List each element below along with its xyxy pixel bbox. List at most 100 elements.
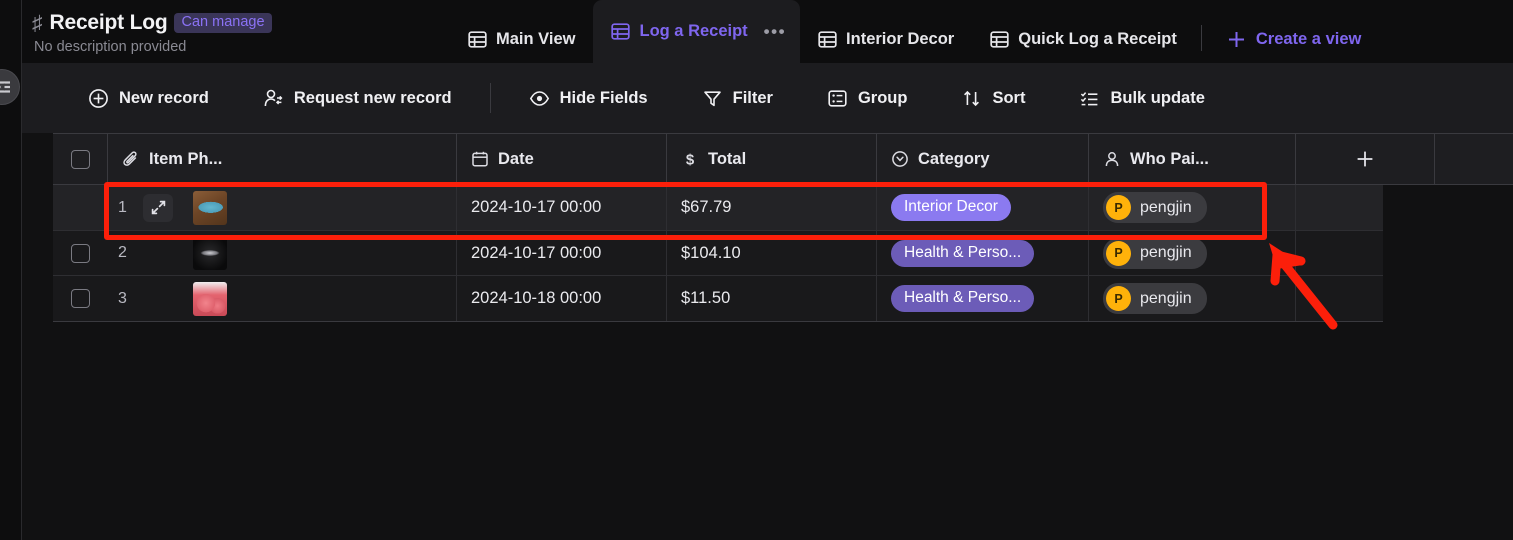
request-new-record-button[interactable]: Request new record <box>247 82 468 115</box>
tab-quick-log-a-receipt[interactable]: Quick Log a Receipt <box>972 15 1195 63</box>
item-photo-thumbnail[interactable] <box>193 281 227 316</box>
page-title: Receipt Log <box>49 11 168 34</box>
category-pill[interactable]: Interior Decor <box>891 194 1011 221</box>
column-header-who-paid[interactable]: Who Pai... <box>1089 134 1296 184</box>
tab-label: Quick Log a Receipt <box>1018 29 1177 48</box>
row-tail-cell <box>1296 276 1435 321</box>
category-pill[interactable]: Health & Perso... <box>891 239 1035 267</box>
eye-icon <box>529 88 550 109</box>
date-cell[interactable]: 2024-10-17 00:00 <box>457 231 667 275</box>
avatar: P <box>1106 286 1131 311</box>
database-description: No description provided <box>34 39 187 55</box>
grid-body: 1 2024-10-17 00:00 $67.79 Interior Decor <box>53 185 1383 322</box>
record-grid: Item Ph... Date $ Total Category Who Pai… <box>53 133 1513 322</box>
toolbar-label: Bulk update <box>1110 88 1205 107</box>
column-header-total[interactable]: $ Total <box>667 134 877 184</box>
table-icon <box>990 30 1009 49</box>
item-photo-thumbnail[interactable] <box>193 236 227 270</box>
category-cell[interactable]: Health & Perso... <box>877 231 1089 275</box>
circle-chevron-down-icon <box>891 150 909 168</box>
filter-button[interactable]: Filter <box>686 82 789 115</box>
total-cell[interactable]: $11.50 <box>667 276 877 321</box>
column-label: Category <box>918 149 990 168</box>
sidebar-collapse-icon[interactable] <box>0 69 20 105</box>
tab-label: Interior Decor <box>846 29 955 48</box>
row-number: 3 <box>118 289 127 307</box>
column-label: Who Pai... <box>1130 149 1209 168</box>
date-cell[interactable]: 2024-10-18 00:00 <box>457 276 667 321</box>
grid-header-row: Item Ph... Date $ Total Category Who Pai… <box>53 133 1513 185</box>
avatar: P <box>1106 240 1131 266</box>
group-icon <box>827 88 848 109</box>
table-icon <box>468 30 487 49</box>
who-paid-cell[interactable]: P pengjin <box>1089 276 1296 321</box>
left-rail <box>0 0 22 540</box>
total-cell[interactable]: $67.79 <box>667 185 877 230</box>
user-request-icon <box>263 88 284 109</box>
table-icon <box>818 30 837 49</box>
row-primary-cell[interactable]: 3 <box>108 276 457 321</box>
toolbar-label: Request new record <box>293 88 452 107</box>
avatar: P <box>1106 195 1131 220</box>
row-checkbox[interactable] <box>71 289 90 308</box>
column-header-category[interactable]: Category <box>877 134 1089 184</box>
who-paid-cell[interactable]: P pengjin <box>1089 185 1296 230</box>
view-tabs: Main View Log a Receipt ••• Interior Dec… <box>450 0 1513 63</box>
column-label: Item Ph... <box>149 149 223 168</box>
person-icon <box>1103 150 1121 168</box>
row-primary-cell[interactable]: 2 <box>108 231 457 275</box>
category-pill[interactable]: Health & Perso... <box>891 285 1035 312</box>
group-button[interactable]: Group <box>811 82 924 115</box>
paperclip-icon <box>122 150 140 168</box>
table-row[interactable]: 3 2024-10-18 00:00 $11.50 Health & Perso… <box>53 276 1383 321</box>
category-cell[interactable]: Interior Decor <box>877 185 1089 230</box>
tab-log-a-receipt[interactable]: Log a Receipt ••• <box>593 0 801 63</box>
sort-button[interactable]: Sort <box>945 82 1041 115</box>
category-cell[interactable]: Health & Perso... <box>877 276 1089 321</box>
date-cell[interactable]: 2024-10-17 00:00 <box>457 185 667 230</box>
dollar-icon: $ <box>681 150 699 168</box>
total-cell[interactable]: $104.10 <box>667 231 877 275</box>
user-chip[interactable]: P pengjin <box>1103 283 1207 314</box>
select-all-header <box>53 134 108 184</box>
select-all-checkbox[interactable] <box>70 149 90 169</box>
table-row[interactable]: 1 2024-10-17 00:00 $67.79 Interior Decor <box>53 185 1383 231</box>
column-header-item-photo[interactable]: Item Ph... <box>108 134 457 184</box>
expand-record-button[interactable] <box>143 193 173 222</box>
tab-overflow-menu-icon[interactable]: ••• <box>764 22 786 42</box>
toolbar-label: Group <box>857 88 908 107</box>
column-header-date[interactable]: Date <box>457 134 667 184</box>
tab-main-view[interactable]: Main View <box>450 15 593 63</box>
who-paid-cell[interactable]: P pengjin <box>1089 231 1296 275</box>
hash-icon: ♯ <box>32 11 43 35</box>
bulk-update-button[interactable]: Bulk update <box>1063 82 1220 115</box>
column-label: Total <box>708 149 747 168</box>
row-checkbox[interactable] <box>71 243 90 263</box>
tab-divider <box>1200 25 1202 51</box>
sort-arrows-icon <box>961 88 982 109</box>
user-chip[interactable]: P pengjin <box>1103 237 1207 269</box>
new-record-button[interactable]: New record <box>72 82 225 115</box>
add-field-button[interactable] <box>1296 134 1435 184</box>
user-name: pengjin <box>1140 289 1192 307</box>
hide-fields-button[interactable]: Hide Fields <box>513 82 664 115</box>
row-primary-cell[interactable]: 1 <box>108 185 457 230</box>
toolbar-label: Hide Fields <box>559 88 648 107</box>
toolbar-label: New record <box>119 88 209 107</box>
table-icon <box>611 22 631 41</box>
toolbar-label: Filter <box>732 88 773 107</box>
airtable-like-app: ♯ Receipt Log Can manage No description … <box>0 0 1513 540</box>
row-select-cell <box>53 185 108 230</box>
user-name: pengjin <box>1140 198 1192 216</box>
toolbar-divider <box>489 83 491 113</box>
tab-interior-decor[interactable]: Interior Decor <box>800 15 972 63</box>
row-number: 1 <box>118 198 127 216</box>
create-view-button[interactable]: Create a view <box>1208 15 1379 63</box>
view-toolbar: New record Request new record Hide Field… <box>22 63 1513 133</box>
calendar-icon <box>471 150 489 168</box>
user-chip[interactable]: P pengjin <box>1103 192 1207 223</box>
header-bar: ♯ Receipt Log Can manage No description … <box>22 0 1513 63</box>
item-photo-thumbnail[interactable] <box>193 190 227 225</box>
tab-label: Main View <box>496 29 576 48</box>
table-row[interactable]: 2 2024-10-17 00:00 $104.10 Health & Pers… <box>53 231 1383 276</box>
